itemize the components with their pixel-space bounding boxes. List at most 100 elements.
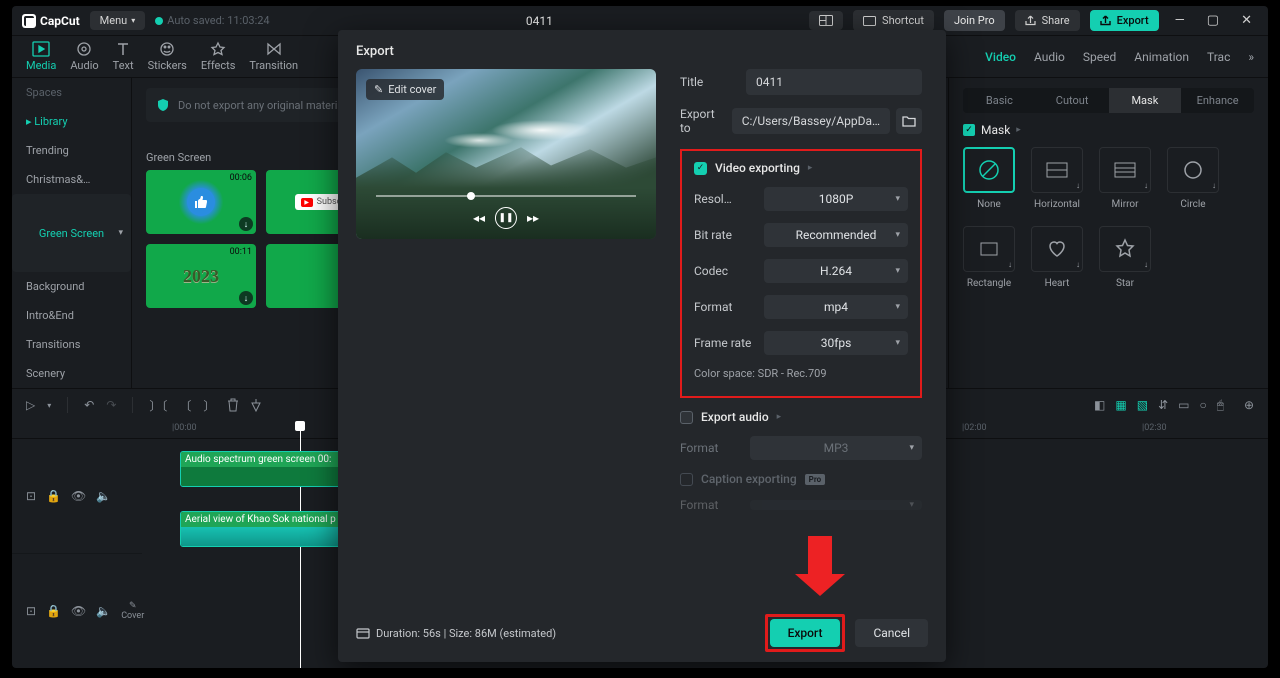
preview-seek[interactable] (376, 195, 636, 197)
subtab-basic[interactable]: Basic (963, 88, 1036, 113)
edit-cover-button[interactable]: ✎Edit cover (366, 79, 444, 100)
tab-tracking[interactable]: Trac (1207, 50, 1230, 64)
tab-video[interactable]: Video (985, 50, 1016, 64)
sidebar-transitions[interactable]: Transitions (12, 330, 131, 359)
ribbon-effects[interactable]: Effects (201, 41, 236, 72)
ribbon-audio[interactable]: Audio (70, 41, 98, 72)
ribbon-transition[interactable]: Transition (249, 41, 298, 72)
tl-tool-icon[interactable]: ⇵ (1158, 398, 1168, 413)
inspector-tabs: Video Audio Speed Animation Trac » (985, 50, 1254, 64)
split-icon[interactable]: 〕〔 (149, 397, 167, 414)
layout-button[interactable] (809, 11, 843, 30)
mask-heart[interactable]: ↓ (1031, 226, 1083, 272)
download-icon[interactable]: ↓ (239, 217, 253, 231)
track-controls: ⊡ 🔒 👁 🔈 ✎Cover (12, 553, 142, 668)
media-thumb[interactable]: 00:11 2023 ↓ (146, 244, 256, 308)
cancel-button[interactable]: Cancel (855, 619, 928, 647)
ribbon-media[interactable]: Media (26, 41, 56, 72)
eye-icon[interactable]: 👁 (71, 489, 86, 503)
play-pause-icon[interactable]: ❚❚ (495, 207, 517, 229)
marker-icon[interactable] (251, 398, 261, 412)
tab-audio[interactable]: Audio (1034, 50, 1065, 64)
join-pro-button[interactable]: Join Pro (944, 10, 1005, 31)
framerate-select[interactable]: 30fps (764, 331, 908, 355)
export-confirm-button[interactable]: Export (770, 619, 841, 647)
app-logo: CapCut (22, 14, 80, 28)
lock-icon[interactable]: 🔒 (46, 604, 61, 618)
tl-tool-icon[interactable]: ○ (1199, 398, 1206, 413)
close-button[interactable]: ✕ (1235, 11, 1258, 30)
pointer-tool-icon[interactable]: ▷ (26, 398, 35, 412)
export-audio-checkbox[interactable]: Export audio▸ (680, 410, 922, 424)
library-sidebar: Spaces ▸ Library Trending Christmas&… Gr… (12, 78, 132, 388)
sidebar-scenery[interactable]: Scenery (12, 359, 131, 388)
redo-icon[interactable]: ↷ (106, 398, 116, 412)
sidebar-background[interactable]: Background (12, 272, 131, 301)
minimize-button[interactable]: — (1169, 11, 1191, 30)
subtab-cutout[interactable]: Cutout (1036, 88, 1109, 113)
mask-rectangle[interactable]: ↓ (963, 226, 1015, 272)
maximize-button[interactable]: ▢ (1201, 11, 1225, 30)
snap-icon[interactable]: ⊡ (26, 489, 36, 503)
bitrate-select[interactable]: Recommended (764, 223, 908, 247)
snap-icon[interactable]: ⊡ (26, 604, 36, 618)
colorspace-label: Color space: SDR - Rec.709 (694, 367, 908, 380)
video-export-section: ✓Video exporting▸ Resol…1080P Bit rateRe… (680, 149, 922, 398)
export-button-highlight: Export (765, 614, 846, 652)
sidebar-trending[interactable]: Trending (12, 136, 131, 165)
project-title: 0411 (280, 14, 799, 28)
mask-none[interactable] (963, 147, 1015, 193)
sidebar-intro-end[interactable]: Intro&End (12, 301, 131, 330)
pencil-icon[interactable]: ✎ (129, 601, 137, 611)
next-icon[interactable]: ▸▸ (527, 211, 539, 225)
menu-button[interactable]: Menu ▾ (90, 11, 146, 30)
sidebar-christmas[interactable]: Christmas&… (12, 165, 131, 194)
video-exporting-checkbox[interactable]: ✓Video exporting▸ (694, 161, 908, 175)
tl-tool-icon[interactable]: 🖱 (1217, 398, 1224, 413)
mask-horizontal[interactable]: ↓ (1031, 147, 1083, 193)
download-icon[interactable]: ↓ (239, 291, 253, 305)
tab-animation[interactable]: Animation (1134, 50, 1189, 64)
mute-icon[interactable]: 🔈 (96, 489, 111, 503)
caption-exporting-checkbox[interactable]: Caption exportingPro (680, 472, 922, 486)
media-thumb[interactable]: 00:06 ↓ (146, 170, 256, 234)
delete-icon[interactable] (227, 398, 239, 412)
export-title-input[interactable] (746, 69, 922, 95)
tl-tool-icon[interactable]: ◧ (1094, 398, 1105, 413)
format-select[interactable]: mp4 (764, 295, 908, 319)
trim-left-icon[interactable]: 〔 (179, 397, 191, 414)
audio-format-select: MP3 (750, 436, 922, 460)
sidebar-library[interactable]: ▸ Library (12, 107, 131, 136)
preview-controls: ◂◂ ❚❚ ▸▸ (473, 207, 539, 229)
tl-tool-icon[interactable]: ▦ (1115, 398, 1126, 413)
shortcut-button[interactable]: Shortcut (853, 10, 934, 31)
subtab-mask[interactable]: Mask (1109, 88, 1182, 113)
resolution-select[interactable]: 1080P (764, 187, 908, 211)
mute-icon[interactable]: 🔈 (96, 604, 111, 618)
mask-mirror[interactable]: ↓ (1099, 147, 1151, 193)
zoom-timeline-icon[interactable]: ⊕ (1244, 398, 1254, 413)
mask-options: None ↓Horizontal ↓Mirror ↓Circle ↓Rectan… (963, 147, 1254, 289)
ribbon-text[interactable]: Text (113, 41, 134, 72)
tab-speed[interactable]: Speed (1083, 50, 1116, 64)
mask-toggle[interactable]: ✓Mask▸ (963, 123, 1254, 137)
share-button[interactable]: Share (1015, 10, 1080, 31)
sidebar-green-screen[interactable]: Green Screen (12, 194, 131, 272)
tl-tool-icon[interactable]: ▧ (1137, 398, 1148, 413)
browse-folder-button[interactable] (896, 108, 922, 134)
lock-icon[interactable]: 🔒 (46, 489, 61, 503)
codec-select[interactable]: H.264 (764, 259, 908, 283)
mask-circle[interactable]: ↓ (1167, 147, 1219, 193)
tl-tool-icon[interactable]: ▭ (1178, 398, 1189, 413)
prev-icon[interactable]: ◂◂ (473, 211, 485, 225)
mask-star[interactable]: ↓ (1099, 226, 1151, 272)
eye-icon[interactable]: 👁 (71, 604, 86, 618)
subtab-enhance[interactable]: Enhance (1181, 88, 1254, 113)
export-preview: ✎Edit cover ◂◂ ❚❚ ▸▸ (356, 69, 656, 239)
sidebar-spaces[interactable]: Spaces (12, 78, 131, 107)
ribbon-stickers[interactable]: Stickers (148, 41, 187, 72)
trim-right-icon[interactable]: 〕 (203, 397, 215, 414)
undo-icon[interactable]: ↶ (84, 398, 94, 412)
export-button-top[interactable]: Export (1090, 10, 1159, 31)
tabs-overflow[interactable]: » (1248, 50, 1254, 64)
